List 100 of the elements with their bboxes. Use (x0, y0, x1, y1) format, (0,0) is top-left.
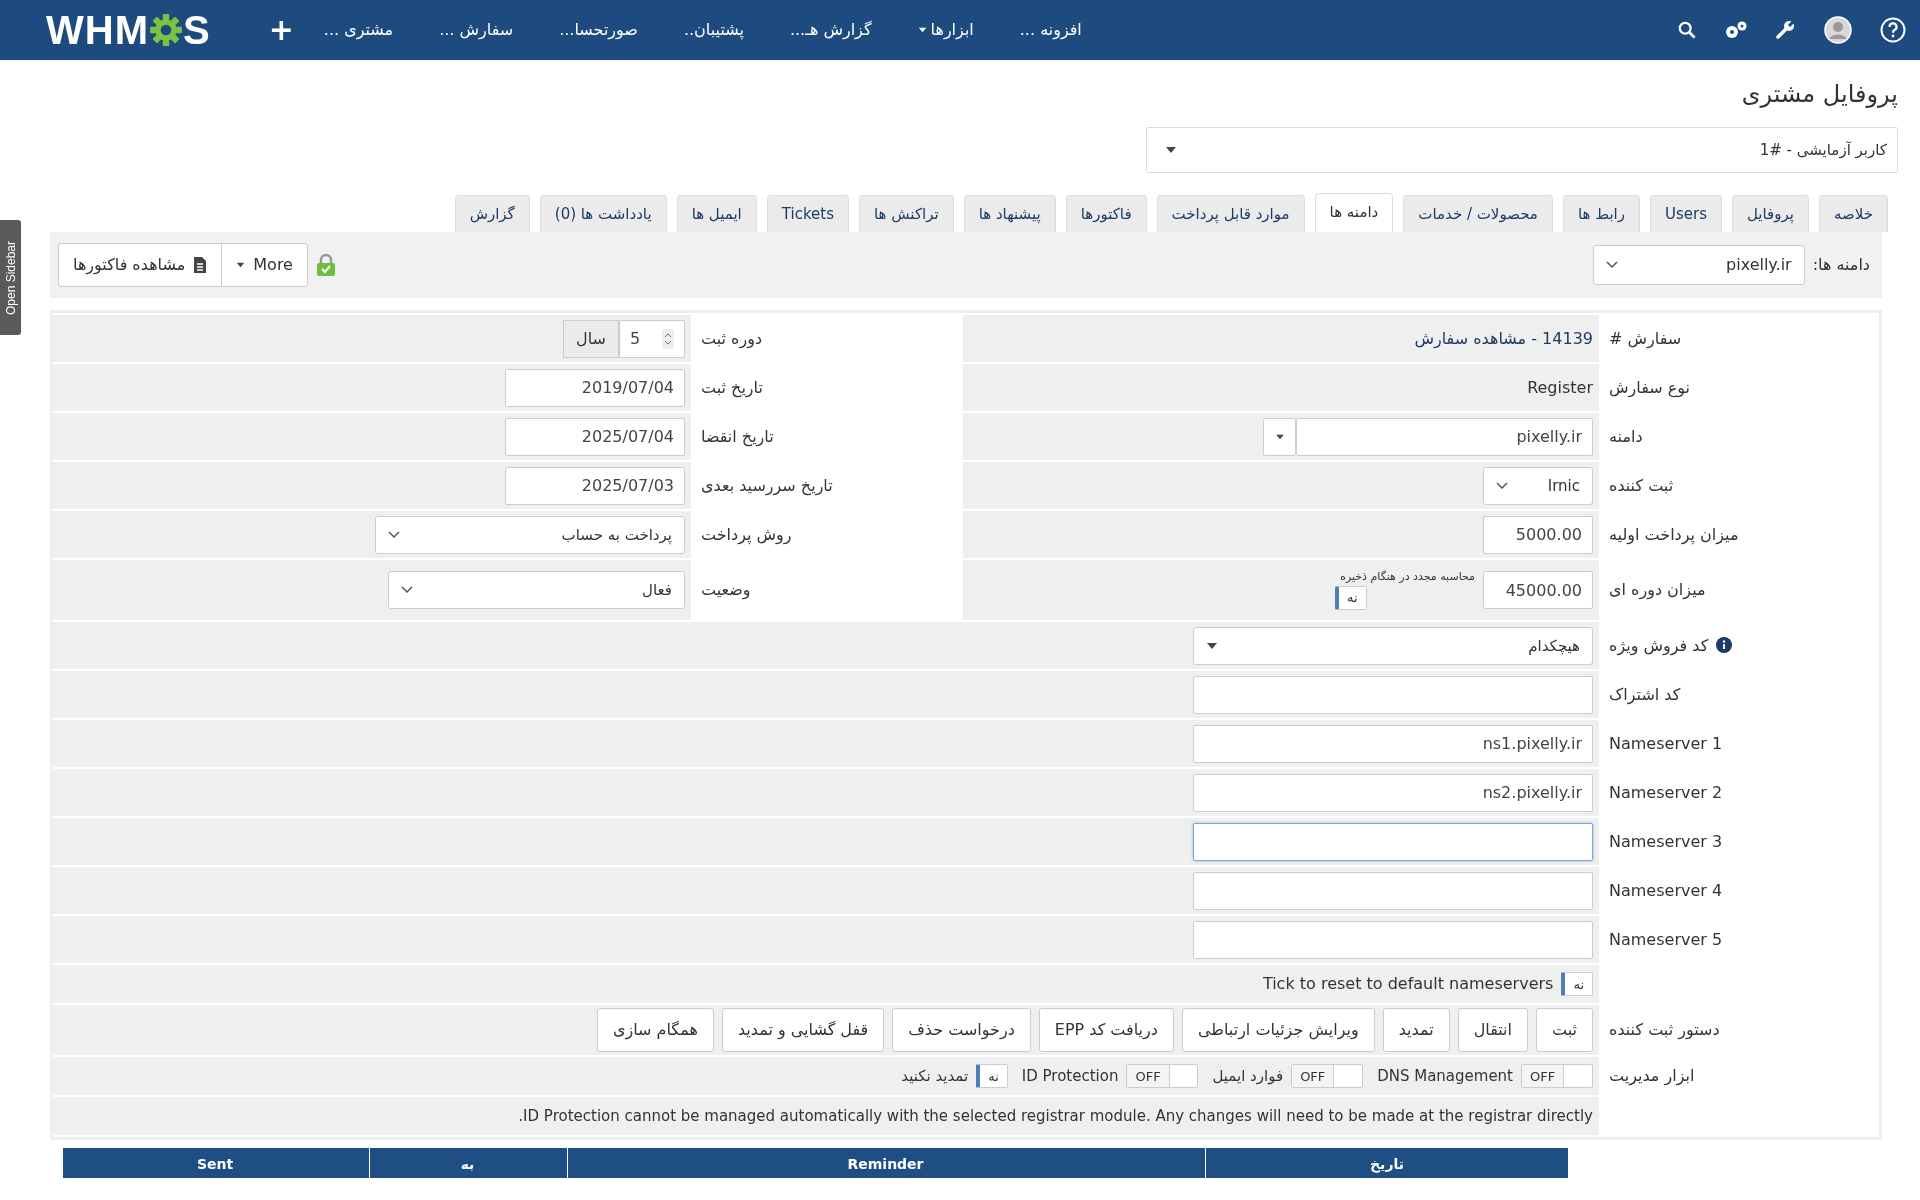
input-field[interactable] (1193, 920, 1593, 959)
select-field[interactable]: Irnic (1483, 466, 1593, 505)
nav-menu-item[interactable]: صورتحسا... (559, 18, 638, 42)
select-field[interactable]: پرداخت به حساب (375, 515, 685, 554)
tab[interactable]: تراکنش ها (859, 194, 954, 233)
field-value: Register (1527, 376, 1593, 399)
avatar-icon (1824, 16, 1852, 44)
tab[interactable]: Tickets (766, 194, 849, 233)
chevron-icon (388, 530, 400, 539)
column-header: Reminder (567, 1148, 1203, 1179)
tab[interactable]: Users (1650, 194, 1722, 233)
nav-menu-item[interactable]: پشتیبان.. (683, 18, 744, 42)
page-title: پروفایل مشتری (1741, 80, 1898, 109)
view-invoices-button[interactable]: مشاهده فاکتورها (58, 243, 222, 288)
tab[interactable]: رابط ها (1562, 194, 1640, 233)
tab[interactable]: محصولات / خدمات (1403, 194, 1553, 233)
field-label: کد فروش ویژه (1609, 635, 1709, 655)
domain-select[interactable]: pixelly.ir (1592, 245, 1805, 286)
input-field[interactable]: ns2.pixelly.ir (1193, 773, 1593, 812)
field-label: نوع سفارش (1609, 377, 1690, 397)
caret-icon (236, 262, 246, 269)
recalc-note: محاسبه مجدد در هنگام ذخیره (1339, 570, 1475, 583)
input-field[interactable]: 5000.00 (1483, 515, 1593, 554)
field-label: تاریخ انقضا (701, 426, 774, 446)
select-field[interactable]: هیچکدام (1193, 626, 1593, 665)
settings-icon (1724, 20, 1748, 40)
field-label: میزان دوره ای (1609, 580, 1706, 600)
toggle-switch[interactable]: نه (976, 1064, 1008, 1089)
dropdown-button[interactable] (1263, 417, 1296, 456)
toggle-switch[interactable]: OFF (1126, 1064, 1199, 1089)
column-header: تاریخ (1205, 1148, 1568, 1179)
caret-icon (1165, 145, 1177, 154)
date-field[interactable]: 2019/07/04 (505, 368, 685, 407)
tab[interactable]: دامنه ها (1314, 192, 1394, 233)
nav-menu-item[interactable]: مشتری ... (323, 18, 394, 42)
registrar-command-button[interactable]: قفل گشایی و تمدید (721, 1008, 885, 1053)
logo[interactable]: WHM S (46, 10, 211, 50)
field-label: تاریخ سررسید بعدی (701, 475, 833, 495)
input-field[interactable]: 45000.00 (1483, 571, 1593, 610)
field-label: وضعیت (701, 580, 751, 600)
tab[interactable]: گزارش (454, 194, 530, 233)
registrar-command-button[interactable]: تمدید (1382, 1008, 1450, 1053)
field-label: Nameserver 5 (1609, 929, 1723, 949)
input-field[interactable] (1193, 822, 1593, 861)
field-label: تاریخ ثبت (701, 377, 763, 397)
caret-icon (1274, 433, 1285, 440)
field-label: Nameserver 4 (1609, 880, 1723, 900)
search-icon (1678, 21, 1696, 39)
registrar-command-button[interactable]: دریافت کد EPP (1038, 1008, 1174, 1053)
switch-label: تمدید نکنید (901, 1066, 969, 1088)
registrar-command-button[interactable]: ویرایش جزئیات ارتباطی (1181, 1008, 1375, 1053)
registrar-command-button[interactable]: انتقال (1457, 1008, 1528, 1053)
date-field[interactable]: 2025/07/03 (505, 466, 685, 505)
nav-menu-item[interactable]: ابزارها (917, 18, 974, 42)
spinner-icon (662, 328, 674, 349)
number-field[interactable]: 5 (619, 319, 685, 358)
input-field[interactable] (1193, 871, 1593, 910)
tab[interactable]: پروفایل (1732, 194, 1809, 233)
info-icon (1716, 636, 1733, 653)
field-label: سفارش # (1609, 328, 1682, 348)
input-field[interactable] (1193, 675, 1593, 714)
tab[interactable]: فاکتورها (1065, 194, 1147, 233)
input-field[interactable]: ns1.pixelly.ir (1193, 724, 1593, 763)
date-field[interactable]: 2025/07/04 (505, 417, 685, 456)
caret-icon (1206, 641, 1218, 650)
field-label: ابزار مدیریت (1609, 1066, 1695, 1086)
registrar-command-button[interactable]: درخواست حذف (892, 1008, 1031, 1053)
field-label: ثبت کننده (1609, 475, 1674, 495)
nav-menu-item[interactable]: گزارش هـ... (789, 18, 872, 42)
nav-menu-item[interactable]: سفارش ... (439, 18, 514, 42)
open-sidebar-tab[interactable]: Open Sidebar (0, 220, 21, 335)
field-label: دستور ثبت کننده (1609, 1020, 1720, 1040)
select-field[interactable]: فعال (388, 571, 685, 610)
toggle-switch[interactable]: نه (1335, 586, 1367, 611)
tab[interactable]: یادداشت ها (0) (539, 194, 667, 233)
toggle-switch[interactable]: نه (1561, 972, 1593, 997)
gear-icon (148, 13, 183, 47)
tab[interactable]: خلاصه (1819, 194, 1888, 233)
reset-nameservers-label: Tick to reset to default nameservers (1262, 973, 1554, 996)
registrar-command-button[interactable]: ثبت (1536, 1008, 1593, 1053)
domain-label: دامنه ها: (1812, 254, 1870, 277)
registrar-command-button[interactable]: همگام سازی (596, 1008, 714, 1053)
nav-menu-item[interactable]: افزونه ... (1019, 18, 1082, 42)
column-header: Sent (62, 1148, 367, 1179)
order-link[interactable]: 14139 - مشاهده سفارش (1414, 326, 1593, 351)
add-button[interactable]: + (268, 15, 294, 45)
toggle-switch[interactable]: OFF (1521, 1064, 1593, 1089)
tab[interactable]: پیشنهاد ها (963, 194, 1056, 233)
toggle-switch[interactable]: OFF (1291, 1064, 1364, 1089)
switch-label: فوارد ایمیل (1212, 1066, 1284, 1088)
tab[interactable]: موارد قابل پرداخت (1156, 194, 1305, 233)
tab[interactable]: ایمیل ها (676, 194, 757, 233)
registrar-note: ID Protection cannot be managed automatically with the selected registrar module. Any changes will need to be made at the registrar directly. (518, 1106, 1593, 1128)
field-label: Nameserver 3 (1609, 831, 1723, 851)
document-icon (193, 256, 208, 275)
unit-label: سال (563, 319, 619, 358)
more-button[interactable]: More (221, 243, 308, 288)
field-label: کد اشتراک (1609, 684, 1681, 704)
input-field[interactable]: pixelly.ir (1296, 417, 1593, 456)
client-select[interactable]: کاربر آزمایشی - #1 (1146, 126, 1898, 173)
